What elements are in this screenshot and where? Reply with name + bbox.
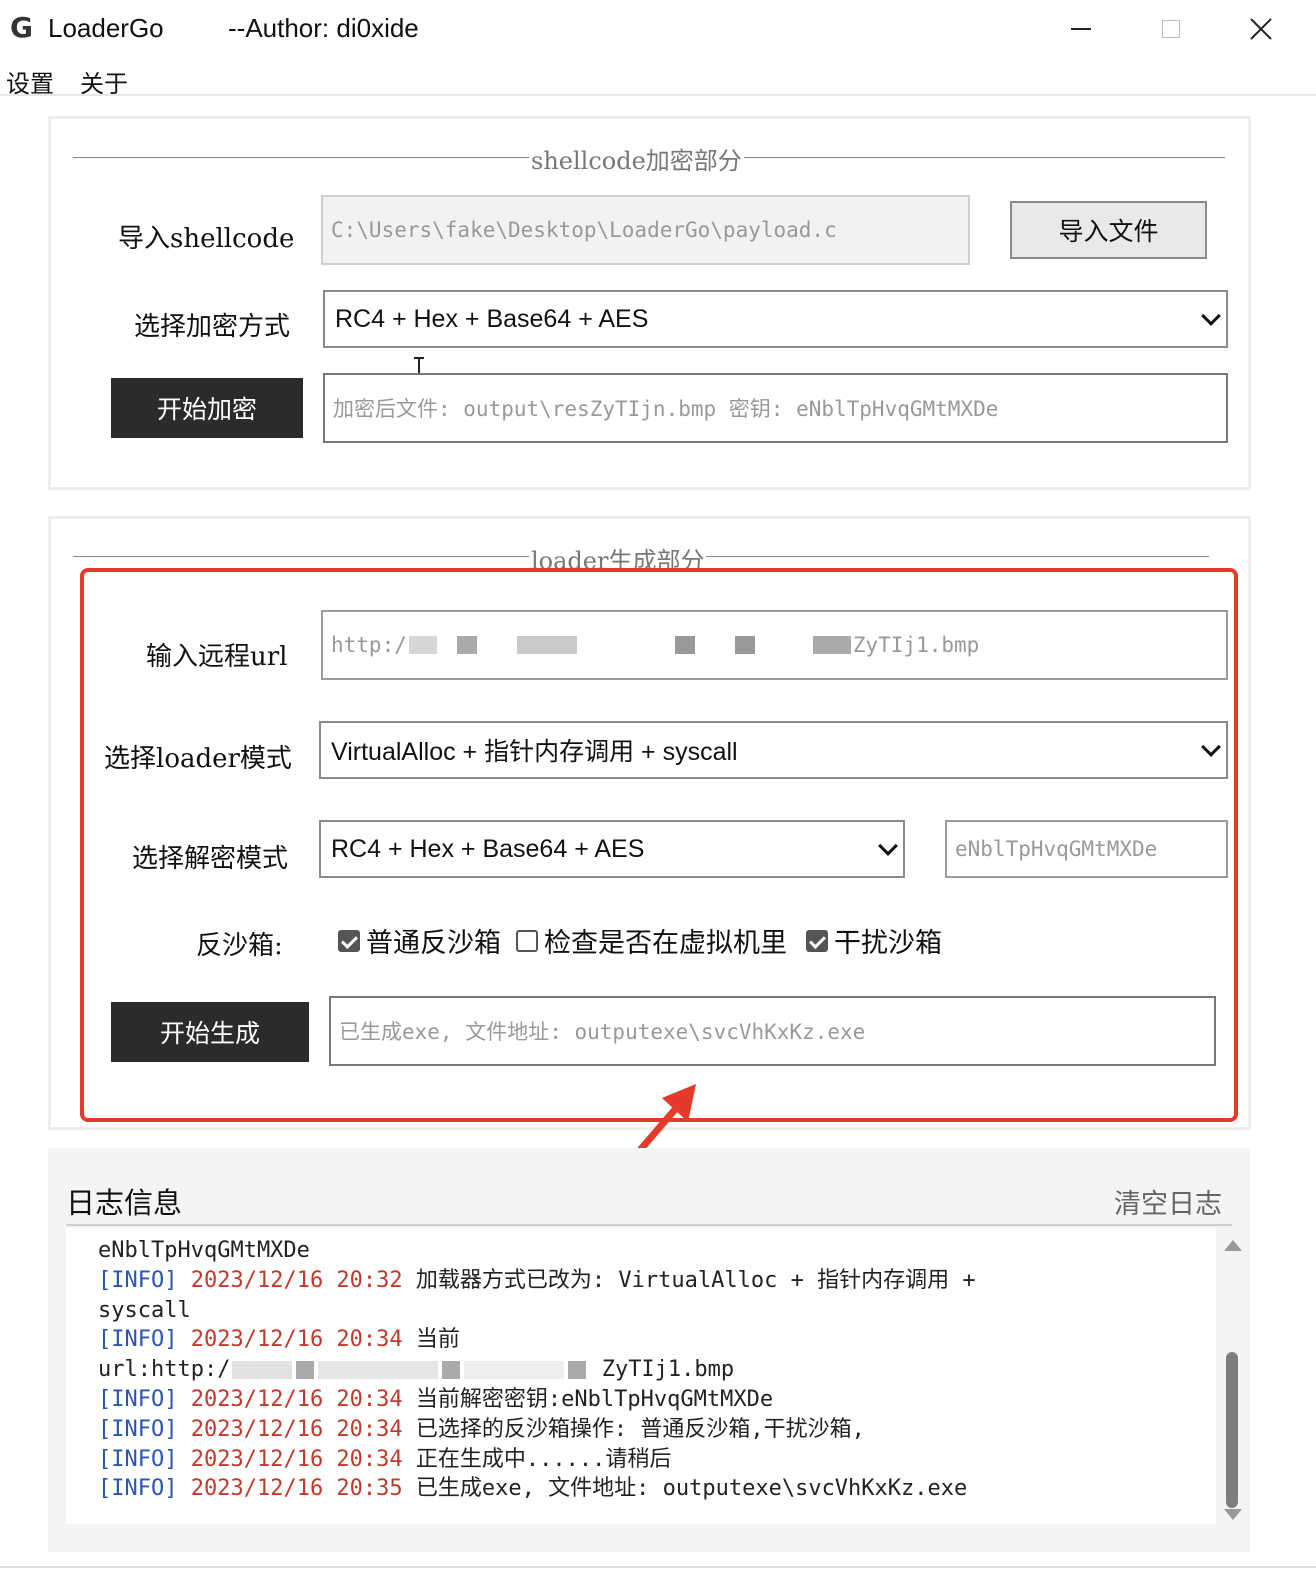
log-level-tag: [INFO]	[98, 1267, 178, 1293]
minimize-button[interactable]	[1036, 0, 1126, 58]
app-logo-icon: G	[10, 11, 33, 44]
redacted-block	[442, 1361, 461, 1380]
log-timestamp: 2023/12/16 20:32	[190, 1267, 403, 1293]
app-title: LoaderGo	[48, 13, 164, 43]
log-line: syscall	[98, 1296, 1216, 1326]
log-scrollbar[interactable]	[1220, 1228, 1244, 1528]
maximize-button[interactable]	[1126, 0, 1216, 58]
encrypt-method-select[interactable]: RC4 + Hex + Base64 + AES	[323, 290, 1228, 348]
menu-bar: 设置 关于	[0, 58, 1316, 99]
log-level-tag: [INFO]	[98, 1327, 178, 1353]
chevron-down-icon	[1201, 306, 1221, 326]
scroll-thumb[interactable]	[1226, 1352, 1238, 1508]
encrypt-group-title: shellcode加密部分	[529, 141, 744, 176]
log-line: url:http:/ ZyTIj1.bmp	[98, 1355, 1216, 1385]
redacted-block	[232, 1361, 293, 1380]
log-message-suffix: ZyTIj1.bmp	[588, 1357, 735, 1383]
log-line: [INFO] 2023/12/16 20:34 正在生成中......请稍后	[98, 1445, 1216, 1475]
menu-settings[interactable]: 设置	[6, 64, 54, 99]
app-author: --Author: di0xide	[228, 13, 419, 43]
close-icon	[1250, 18, 1272, 40]
log-line: eNblTpHvqGMtMXDe	[98, 1236, 1216, 1266]
window-bottom-border	[0, 1566, 1316, 1568]
encrypt-result-field[interactable]: 加密后文件: output\resZyTIjn.bmp 密钥: eNblTpHv…	[323, 373, 1228, 443]
log-timestamp: 2023/12/16 20:34	[190, 1327, 403, 1353]
scroll-up-icon[interactable]	[1224, 1240, 1242, 1251]
import-shellcode-label: 导入shellcode	[118, 224, 295, 254]
shellcode-path-field[interactable]: C:\Users\fake\Desktop\LoaderGo\payload.c	[321, 195, 970, 265]
start-encrypt-button[interactable]: 开始加密	[111, 378, 303, 438]
highlight-annotation	[80, 568, 1238, 1122]
log-title: 日志信息	[66, 1188, 183, 1220]
title-bar: G LoaderGo --Author: di0xide	[0, 0, 1316, 58]
log-message: 正在生成中......请稍后	[415, 1446, 672, 1472]
log-line: [INFO] 2023/12/16 20:35 已生成exe, 文件地址: ou…	[98, 1474, 1216, 1504]
log-level-tag: [INFO]	[98, 1416, 178, 1442]
log-message: syscall	[98, 1297, 191, 1323]
encrypt-method-label: 选择加密方式	[134, 312, 291, 342]
log-level-tag: [INFO]	[98, 1476, 178, 1502]
menu-about[interactable]: 关于	[80, 64, 128, 99]
redacted-block	[318, 1361, 439, 1380]
log-timestamp: 2023/12/16 20:34	[190, 1386, 403, 1412]
log-message: 已生成exe, 文件地址: outputexe\svcVhKxKz.exe	[415, 1476, 968, 1502]
log-line: [INFO] 2023/12/16 20:34 当前解密密钥:eNblTpHvq…	[98, 1385, 1216, 1415]
log-output[interactable]: eNblTpHvqGMtMXDe [INFO] 2023/12/16 20:32 …	[66, 1228, 1216, 1524]
redacted-block	[296, 1361, 315, 1380]
log-message: eNblTpHvqGMtMXDe	[98, 1238, 310, 1263]
close-button[interactable]	[1216, 0, 1306, 58]
log-message: url:http:/	[98, 1357, 231, 1383]
redacted-block	[464, 1361, 565, 1380]
log-panel: 日志信息 清空日志 eNblTpHvqGMtMXDe [INFO] 2023/12…	[48, 1148, 1250, 1552]
log-line: [INFO] 2023/12/16 20:34 当前	[98, 1325, 1216, 1355]
log-message: 已选择的反沙箱操作: 普通反沙箱,干扰沙箱,	[415, 1416, 865, 1442]
log-timestamp: 2023/12/16 20:34	[190, 1446, 403, 1472]
shellcode-path-value: C:\Users\fake\Desktop\LoaderGo\payload.c	[331, 218, 837, 242]
log-level-tag: [INFO]	[98, 1386, 178, 1412]
import-file-button[interactable]: 导入文件	[1010, 201, 1207, 259]
scroll-down-icon[interactable]	[1224, 1509, 1242, 1520]
log-level-tag: [INFO]	[98, 1446, 178, 1472]
log-line: [INFO] 2023/12/16 20:34 已选择的反沙箱操作: 普通反沙箱…	[98, 1415, 1216, 1445]
clear-log-button[interactable]: 清空日志	[1114, 1182, 1222, 1221]
log-timestamp: 2023/12/16 20:35	[190, 1476, 403, 1502]
maximize-icon	[1162, 20, 1180, 38]
redacted-block	[568, 1361, 587, 1380]
log-message: 当前	[415, 1327, 460, 1353]
encrypt-method-value: RC4 + Hex + Base64 + AES	[335, 304, 649, 333]
minimize-icon	[1071, 28, 1091, 30]
log-line: [INFO] 2023/12/16 20:32 加载器方式已改为: Virtua…	[98, 1266, 1216, 1296]
log-message: 加载器方式已改为: VirtualAlloc + 指针内存调用 +	[415, 1267, 976, 1293]
log-divider	[66, 1224, 1232, 1226]
log-timestamp: 2023/12/16 20:34	[190, 1416, 403, 1442]
log-message: 当前解密密钥:eNblTpHvqGMtMXDe	[415, 1386, 774, 1412]
encrypt-result-value: 加密后文件: output\resZyTIjn.bmp 密钥: eNblTpHv…	[333, 397, 999, 421]
